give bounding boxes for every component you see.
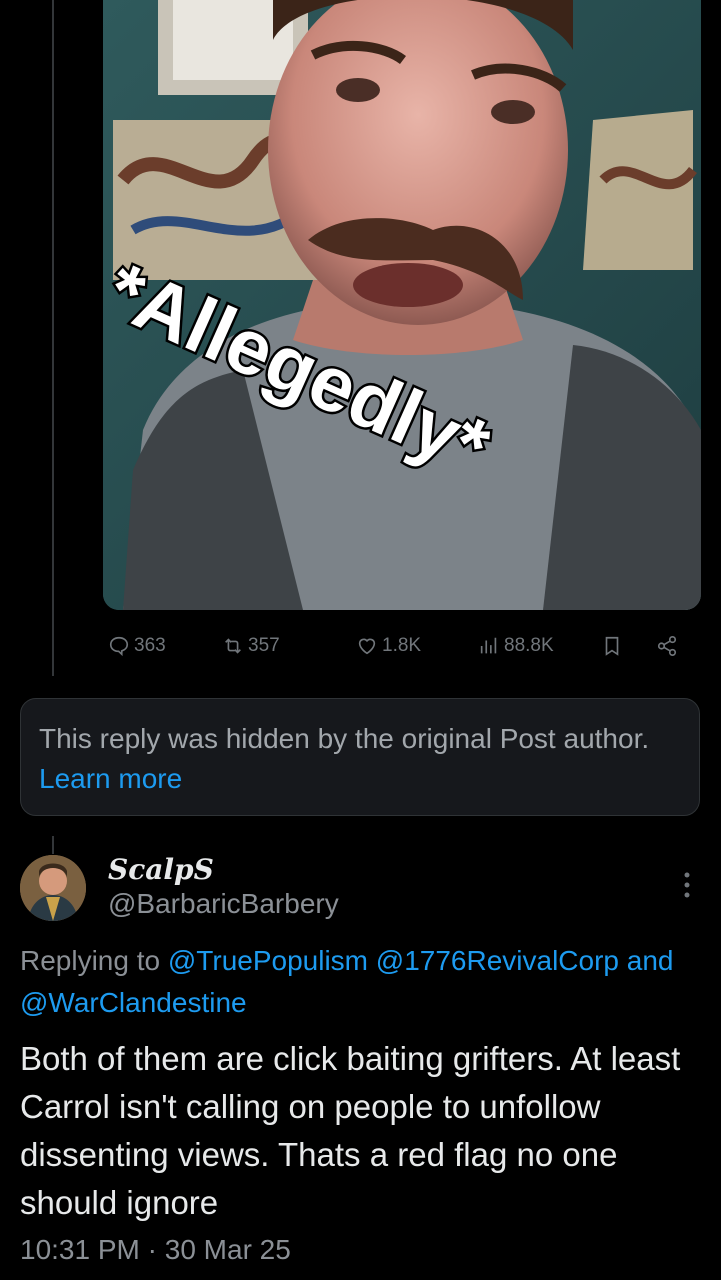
post-video[interactable]: *Allegedly* bbox=[103, 0, 701, 610]
bookmark-button[interactable] bbox=[601, 624, 623, 668]
video-frame bbox=[103, 0, 701, 610]
hidden-reply-text: This reply was hidden by the original Po… bbox=[39, 723, 650, 754]
action-bar: 363 357 1.8K 88.8K bbox=[108, 624, 701, 668]
reply-icon bbox=[109, 636, 129, 657]
avatar-image bbox=[20, 855, 86, 921]
reply-button[interactable]: 363 bbox=[108, 624, 166, 668]
share-icon bbox=[657, 636, 677, 656]
views-icon bbox=[480, 637, 497, 654]
thread-line bbox=[52, 0, 54, 676]
bookmark-icon bbox=[605, 636, 619, 656]
mention-truepopulism[interactable]: @TruePopulism bbox=[168, 945, 368, 976]
reply-count: 363 bbox=[134, 635, 166, 656]
replying-prefix: Replying to bbox=[20, 945, 161, 976]
learn-more-link[interactable]: Learn more bbox=[39, 763, 182, 794]
mention-warclandestine[interactable]: @WarClandestine bbox=[20, 987, 247, 1018]
tweet-date: 30 Mar 25 bbox=[164, 1234, 291, 1265]
hidden-reply-notice: This reply was hidden by the original Po… bbox=[20, 698, 700, 816]
time-separator: · bbox=[147, 1234, 157, 1265]
repost-count: 357 bbox=[248, 635, 280, 656]
views-count: 88.8K bbox=[504, 635, 554, 656]
tweet-time: 10:31 PM bbox=[20, 1234, 140, 1265]
like-count: 1.8K bbox=[382, 635, 422, 656]
timestamp[interactable]: 10:31 PM · 30 Mar 25 bbox=[20, 1234, 291, 1266]
tweet-text: Both of them are click baiting grifters.… bbox=[20, 1040, 681, 1221]
replying-to: Replying to @TruePopulism @1776RevivalCo… bbox=[20, 940, 721, 1024]
share-button[interactable] bbox=[656, 624, 678, 668]
avatar[interactable] bbox=[20, 855, 86, 921]
user-handle[interactable]: @BarbaricBarbery bbox=[108, 888, 339, 920]
like-button[interactable]: 1.8K bbox=[356, 624, 421, 668]
repost-button[interactable]: 357 bbox=[222, 624, 280, 668]
mention-1776revivalcorp[interactable]: @1776RevivalCorp bbox=[376, 945, 619, 976]
like-icon bbox=[358, 638, 376, 655]
mention-and-others[interactable]: and bbox=[627, 945, 674, 976]
display-name[interactable]: ScalpS bbox=[108, 853, 214, 886]
more-icon[interactable] bbox=[678, 870, 696, 900]
thread-connector bbox=[52, 836, 54, 854]
views-button[interactable]: 88.8K bbox=[478, 624, 554, 668]
repost-icon bbox=[225, 638, 241, 654]
